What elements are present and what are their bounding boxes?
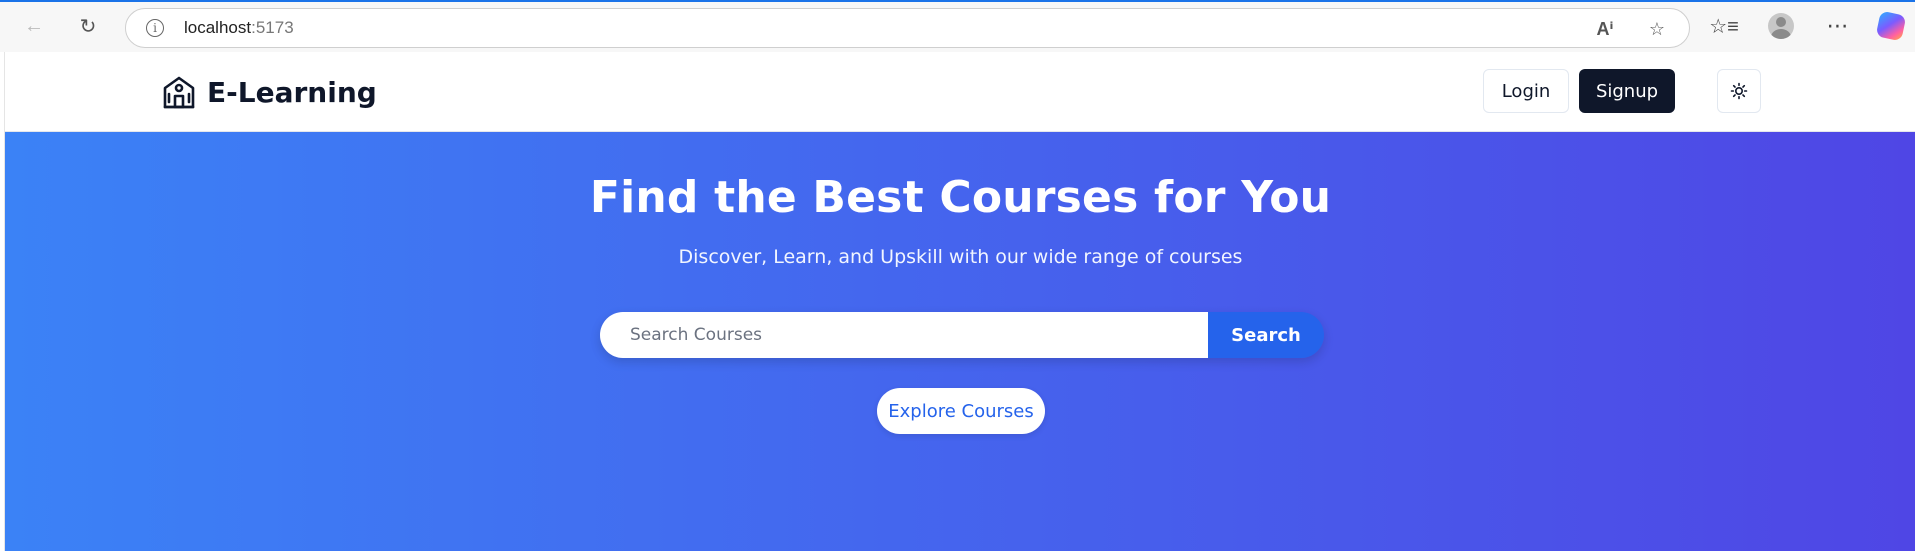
url-port: :5173 bbox=[251, 18, 294, 37]
url-host: localhost bbox=[184, 18, 252, 37]
explore-courses-button[interactable]: Explore Courses bbox=[877, 388, 1045, 434]
reload-button[interactable]: ↻ bbox=[72, 10, 104, 42]
hero-title: Find the Best Courses for You bbox=[589, 172, 1332, 223]
brand-name: E-Learning bbox=[207, 75, 377, 109]
favorites-button[interactable]: ☆≡ bbox=[1709, 12, 1739, 40]
tab-loading-indicator bbox=[0, 0, 1915, 2]
arrow-left-icon: ← bbox=[24, 14, 44, 37]
hero-subtitle: Discover, Learn, and Upskill with our wi… bbox=[678, 246, 1243, 268]
hero-section: Find the Best Courses for You Discover, … bbox=[5, 132, 1915, 551]
address-bar[interactable]: i localhost:5173 Aⁱ ☆ bbox=[125, 8, 1690, 48]
school-building-icon bbox=[163, 76, 195, 109]
signup-button[interactable]: Signup bbox=[1579, 69, 1675, 113]
star-icon[interactable]: ☆ bbox=[1645, 17, 1669, 41]
brand-logo[interactable]: E-Learning bbox=[161, 74, 377, 110]
favorites-list-icon: ☆≡ bbox=[1709, 15, 1739, 38]
search-button[interactable]: Search bbox=[1208, 312, 1324, 358]
more-dots-icon: ⋯ bbox=[1826, 13, 1850, 38]
profile-button[interactable] bbox=[1767, 12, 1795, 40]
reload-icon: ↻ bbox=[79, 15, 97, 38]
login-button[interactable]: Login bbox=[1483, 69, 1569, 113]
back-button[interactable]: ← bbox=[18, 10, 50, 42]
search-bar: Search bbox=[600, 312, 1324, 358]
more-menu-button[interactable]: ⋯ bbox=[1824, 12, 1852, 40]
profile-avatar-icon bbox=[1768, 13, 1794, 39]
info-icon[interactable]: i bbox=[146, 19, 164, 37]
copilot-icon bbox=[1875, 10, 1907, 42]
search-input[interactable] bbox=[600, 312, 1208, 358]
site-header: E-Learning Login Signup bbox=[5, 52, 1915, 132]
sun-icon bbox=[1730, 82, 1748, 100]
page-viewport: E-Learning Login Signup Find the Best Co… bbox=[4, 52, 1915, 551]
theme-toggle-button[interactable] bbox=[1717, 69, 1761, 113]
read-aloud-icon[interactable]: Aⁱ bbox=[1593, 17, 1617, 41]
browser-toolbar: ← ↻ i localhost:5173 Aⁱ ☆ ☆≡ ⋯ bbox=[0, 0, 1915, 52]
copilot-button[interactable] bbox=[1875, 10, 1907, 42]
